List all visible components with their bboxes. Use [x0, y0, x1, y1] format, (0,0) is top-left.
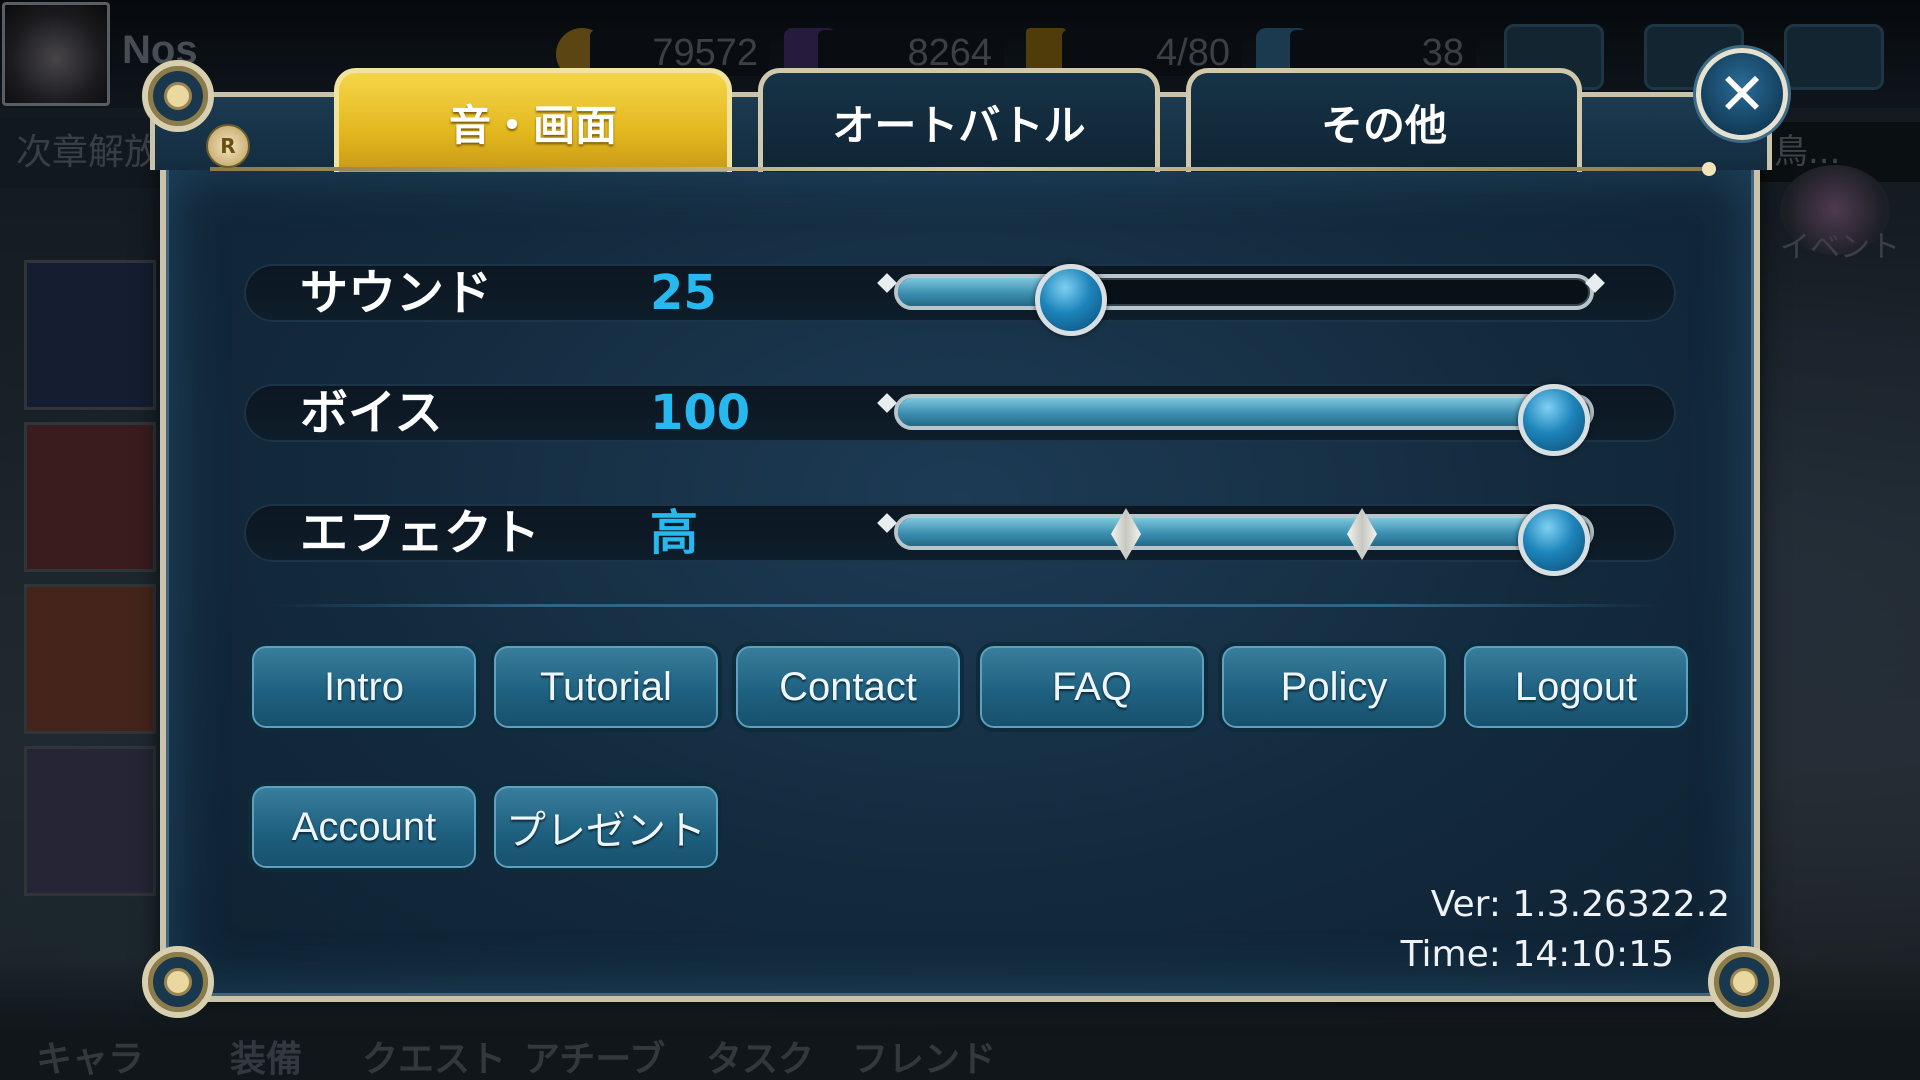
corner-ornament-icon — [142, 60, 214, 132]
voice-setting-row: ボイス 100 — [244, 384, 1676, 456]
close-icon: ✕ — [1717, 60, 1767, 128]
faq-button[interactable]: FAQ — [976, 642, 1208, 732]
effect-level-notch[interactable] — [1111, 508, 1141, 560]
logout-button[interactable]: Logout — [1460, 642, 1692, 732]
voice-slider[interactable] — [894, 384, 1594, 456]
effect-setting-row: エフェクト 高 — [244, 504, 1676, 576]
sound-setting-row: サウンド 25 — [244, 264, 1676, 336]
ornament-dot — [1702, 162, 1716, 176]
effect-value: 高 — [650, 505, 699, 561]
medal-icon: R — [206, 124, 250, 168]
policy-button[interactable]: Policy — [1218, 642, 1450, 732]
tab-label: その他 — [1320, 101, 1447, 150]
account-button[interactable]: Account — [248, 782, 480, 872]
voice-value: 100 — [650, 385, 751, 441]
time-text: Time: 14:10:15 — [1400, 934, 1674, 975]
tab-auto-battle[interactable]: オートバトル — [758, 68, 1160, 172]
sound-value: 25 — [650, 265, 717, 321]
tab-sound-screen[interactable]: 音・画面 — [334, 68, 732, 172]
present-button[interactable]: プレゼント — [490, 782, 722, 872]
tab-label: オートバトル — [832, 101, 1086, 150]
corner-ornament-icon — [1708, 946, 1780, 1018]
version-text: Ver: 1.3.26322.2 — [1430, 884, 1730, 925]
voice-label: ボイス — [300, 385, 443, 441]
intro-button[interactable]: Intro — [248, 642, 480, 732]
sound-label: サウンド — [300, 265, 493, 321]
effect-slider-knob[interactable] — [1518, 504, 1590, 576]
tab-label: 音・画面 — [448, 101, 617, 150]
sound-slider-knob[interactable] — [1035, 264, 1107, 336]
corner-ornament-icon — [142, 946, 214, 1018]
effect-slider[interactable] — [894, 504, 1594, 576]
tab-underline — [210, 167, 1710, 171]
effect-label: エフェクト — [300, 505, 541, 561]
tutorial-button[interactable]: Tutorial — [490, 642, 722, 732]
tab-other[interactable]: その他 — [1186, 68, 1582, 172]
voice-slider-knob[interactable] — [1518, 384, 1590, 456]
close-button[interactable]: ✕ — [1696, 48, 1788, 140]
sound-slider[interactable] — [894, 264, 1594, 336]
effect-level-notch[interactable] — [1347, 508, 1377, 560]
voice-slider-fill — [898, 398, 1580, 426]
effect-slider-fill — [898, 518, 1580, 546]
contact-button[interactable]: Contact — [732, 642, 964, 732]
section-divider — [270, 604, 1660, 607]
